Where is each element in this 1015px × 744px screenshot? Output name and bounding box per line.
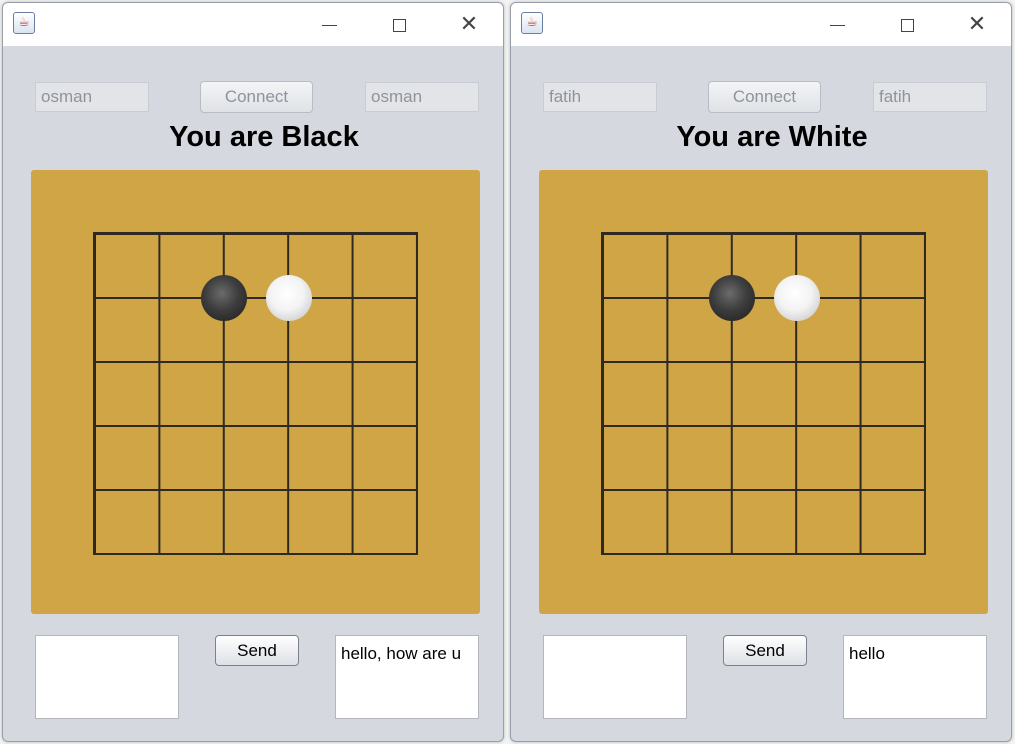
message-input[interactable]	[543, 635, 687, 719]
player-name-field[interactable]: fatih	[543, 82, 657, 112]
minimize-button[interactable]	[306, 9, 352, 41]
board-grid[interactable]	[601, 232, 926, 555]
title-bar[interactable]: ☕ ✕	[511, 3, 1011, 46]
close-icon: ✕	[459, 12, 479, 37]
maximize-button[interactable]	[376, 9, 422, 41]
maximize-icon	[900, 18, 914, 32]
send-button[interactable]: Send	[215, 635, 299, 666]
maximize-button[interactable]	[884, 9, 930, 41]
white-stone	[774, 274, 820, 321]
black-stone	[709, 274, 755, 321]
chat-display[interactable]: hello	[843, 635, 987, 719]
opponent-name-field[interactable]: osman	[365, 82, 479, 112]
opponent-name-field[interactable]: fatih	[873, 82, 987, 112]
game-window-right: ☕ ✕ fatih Connect fatih You are White Se…	[510, 2, 1012, 742]
black-stone	[201, 274, 247, 321]
connect-button[interactable]: Connect	[708, 81, 821, 113]
java-cup-icon: ☕	[521, 12, 543, 34]
player-color-title: You are Black	[169, 121, 359, 153]
game-window-left: ☕ ✕ osman Connect osman You are Black Se…	[2, 2, 504, 742]
connect-button[interactable]: Connect	[200, 81, 313, 113]
close-button[interactable]: ✕	[446, 9, 492, 41]
minimize-button[interactable]	[814, 9, 860, 41]
go-board[interactable]	[31, 170, 480, 614]
message-input[interactable]	[35, 635, 179, 719]
minimize-icon	[829, 24, 845, 26]
go-board[interactable]	[539, 170, 988, 614]
board-grid[interactable]	[93, 232, 418, 555]
player-name-field[interactable]: osman	[35, 82, 149, 112]
chat-display[interactable]: hello, how are u	[335, 635, 479, 719]
player-color-title: You are White	[676, 121, 868, 153]
minimize-icon	[321, 24, 337, 26]
java-cup-icon: ☕	[13, 12, 35, 34]
close-icon: ✕	[967, 12, 987, 37]
white-stone	[266, 274, 312, 321]
title-bar[interactable]: ☕ ✕	[3, 3, 503, 46]
close-button[interactable]: ✕	[954, 9, 1000, 41]
send-button[interactable]: Send	[723, 635, 807, 666]
maximize-icon	[392, 18, 406, 32]
